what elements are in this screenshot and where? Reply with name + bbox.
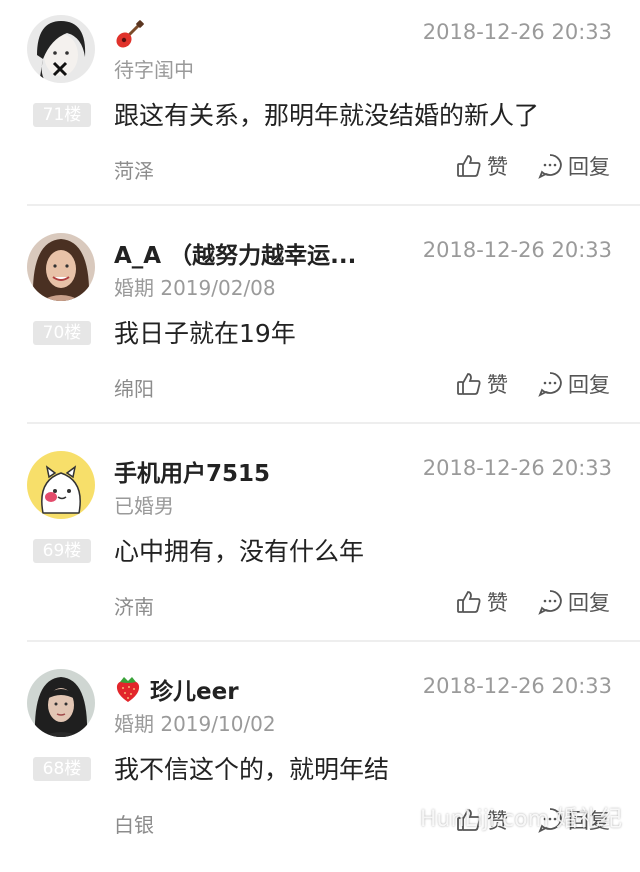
reply-label: 回复 — [568, 155, 610, 179]
watermark: HunLiji.com 婚礼纪 — [420, 807, 622, 832]
username-row: 珍儿eer — [114, 672, 239, 706]
location: 菏泽 — [114, 159, 154, 183]
like-button[interactable]: 赞 — [456, 369, 508, 399]
post-date: 2018-12-26 20:33 — [422, 238, 612, 262]
reply-button[interactable]: 回复 — [537, 587, 610, 617]
post-date: 2018-12-26 20:33 — [422, 674, 612, 698]
thumb-up-icon — [457, 155, 481, 177]
speech-bubble-icon — [538, 154, 562, 179]
reply-label: 回复 — [568, 591, 610, 615]
thumb-up-icon — [457, 373, 481, 395]
speech-bubble-icon — [538, 590, 562, 615]
like-label: 赞 — [487, 591, 508, 615]
username-row: 手机用户7515 — [114, 454, 270, 488]
like-button[interactable]: 赞 — [456, 151, 508, 181]
username-row — [114, 18, 152, 52]
comment-post: 珍儿eer 2018-12-26 20:33 婚期 2019/10/02 68楼… — [0, 654, 640, 872]
reply-button[interactable]: 回复 — [537, 151, 610, 181]
location: 济南 — [114, 595, 154, 619]
location: 白银 — [114, 813, 154, 837]
comment-post: A_A （越努力越幸运... 2018-12-26 20:33 婚期 2019/… — [0, 218, 640, 436]
comment-post: 2018-12-26 20:33 待字闺中 71楼 跟这有关系，那明年就没结婚的… — [0, 0, 640, 218]
avatar[interactable] — [27, 15, 95, 83]
reply-button[interactable]: 回复 — [537, 369, 610, 399]
username[interactable]: 珍儿eer — [150, 672, 239, 706]
username[interactable]: 手机用户7515 — [114, 454, 270, 488]
avatar[interactable] — [27, 669, 95, 737]
comment-text: 跟这有关系，那明年就没结婚的新人了 — [114, 101, 540, 130]
divider — [27, 422, 640, 424]
wedding-date: 婚期 2019/02/08 — [114, 276, 276, 300]
post-date: 2018-12-26 20:33 — [422, 20, 612, 44]
floor-badge: 68楼 — [33, 757, 91, 781]
like-button[interactable]: 赞 — [456, 587, 508, 617]
comment-text: 我日子就在19年 — [114, 319, 296, 348]
post-date: 2018-12-26 20:33 — [422, 456, 612, 480]
user-status: 已婚男 — [114, 494, 174, 518]
comment-text: 心中拥有，没有什么年 — [114, 537, 365, 566]
user-status: 待字闺中 — [114, 58, 194, 82]
floor-badge: 71楼 — [33, 103, 91, 127]
location: 绵阳 — [114, 377, 154, 401]
floor-badge: 70楼 — [33, 321, 91, 345]
wedding-date: 婚期 2019/10/02 — [114, 712, 276, 736]
comment-post: 手机用户7515 2018-12-26 20:33 已婚男 69楼 心中拥有，没… — [0, 436, 640, 654]
username-row: A_A （越努力越幸运... — [114, 236, 356, 270]
guitar-icon — [114, 20, 144, 50]
divider — [27, 640, 640, 642]
username[interactable]: A_A （越努力越幸运... — [114, 236, 356, 270]
avatar[interactable] — [27, 233, 95, 301]
speech-bubble-icon — [538, 372, 562, 397]
thumb-up-icon — [457, 591, 481, 613]
like-label: 赞 — [487, 373, 508, 397]
avatar[interactable] — [27, 451, 95, 519]
divider — [27, 204, 640, 206]
reply-label: 回复 — [568, 373, 610, 397]
like-label: 赞 — [487, 155, 508, 179]
strawberry-icon — [114, 674, 142, 704]
floor-badge: 69楼 — [33, 539, 91, 563]
comment-text: 我不信这个的，就明年结 — [114, 755, 390, 784]
